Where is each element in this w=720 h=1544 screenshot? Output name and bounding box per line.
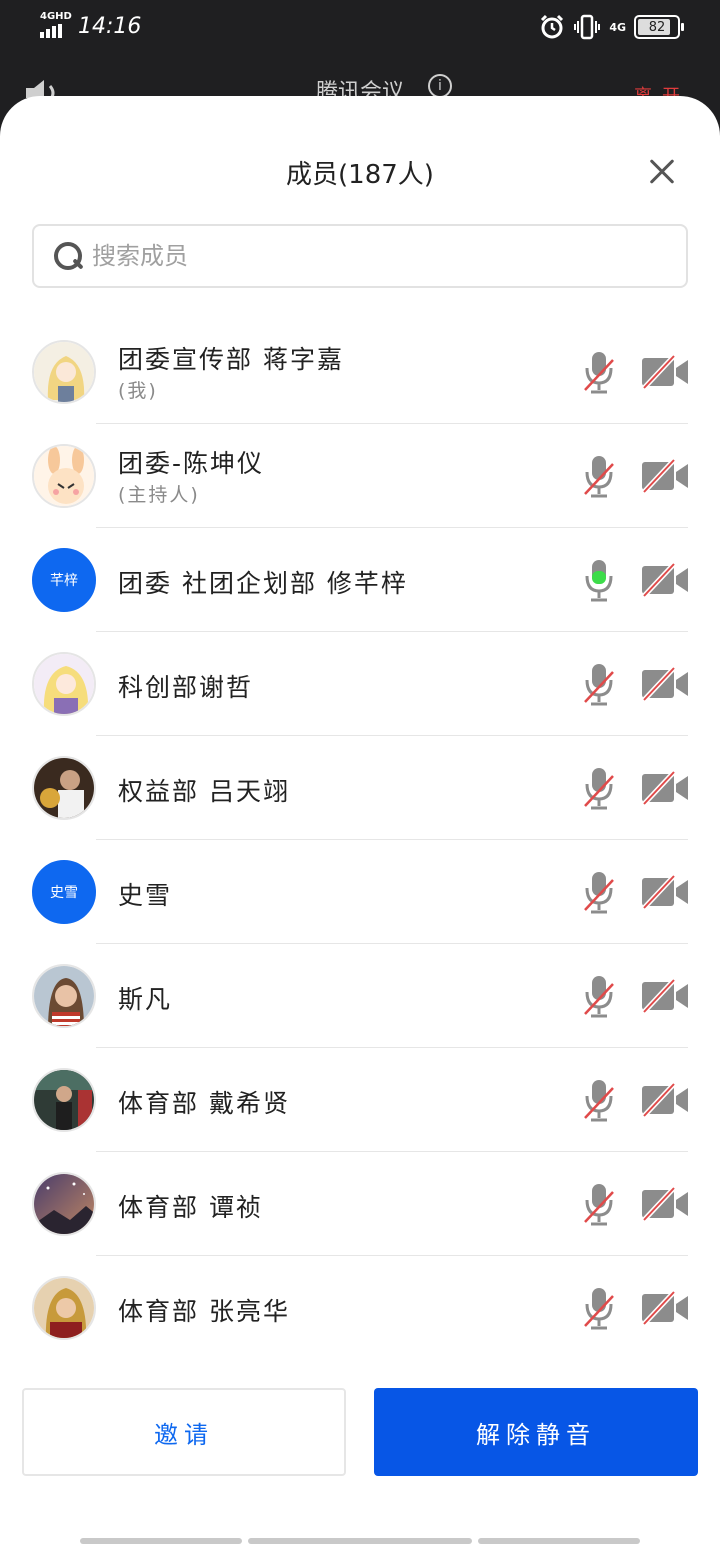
- sheet-title: 成员(187人): [286, 160, 434, 190]
- close-icon[interactable]: [644, 154, 680, 190]
- mic-muted-icon[interactable]: [582, 974, 616, 1020]
- member-name: 体育部 张亮华: [118, 1297, 290, 1326]
- member-row[interactable]: 权益部 吕天翊: [0, 736, 720, 840]
- signal-icon: [40, 24, 62, 38]
- status-bar: 4GHD 14:16 4G 82: [0, 0, 720, 56]
- camera-off-icon[interactable]: [640, 458, 690, 494]
- mic-muted-icon[interactable]: [582, 454, 616, 500]
- avatar: 史雪: [32, 860, 96, 924]
- nav-indicator: [478, 1538, 640, 1544]
- camera-off-icon[interactable]: [640, 666, 690, 702]
- member-name: 史雪: [118, 881, 173, 910]
- member-name: 团委 社团企划部 修芊梓: [118, 569, 408, 598]
- member-row[interactable]: 体育部 谭祯: [0, 1152, 720, 1256]
- alarm-icon: [541, 14, 564, 39]
- mic-muted-icon[interactable]: [582, 1078, 616, 1124]
- member-row[interactable]: 团委-陈坤仪 (主持人): [0, 424, 720, 528]
- member-row[interactable]: 史雪 史雪: [0, 840, 720, 944]
- avatar: 芊梓: [32, 548, 96, 612]
- avatar: [32, 444, 96, 508]
- search-input[interactable]: [92, 242, 652, 270]
- member-row[interactable]: 团委宣传部 蒋字嘉 (我): [0, 320, 720, 424]
- camera-off-icon[interactable]: [640, 1082, 690, 1118]
- camera-off-icon[interactable]: [640, 770, 690, 806]
- mic-muted-icon[interactable]: [582, 1286, 616, 1332]
- member-name: 科创部谢哲: [118, 673, 254, 702]
- mic-muted-icon[interactable]: [582, 350, 616, 396]
- avatar: [32, 756, 96, 820]
- members-sheet: 成员(187人) 团委宣传部 蒋字嘉 (我): [0, 96, 720, 1544]
- search-bar[interactable]: [32, 224, 688, 288]
- member-name: 团委-陈坤仪: [118, 449, 265, 478]
- mic-muted-icon[interactable]: [582, 662, 616, 708]
- member-name: 体育部 戴希贤: [118, 1089, 290, 1118]
- avatar: [32, 964, 96, 1028]
- member-row[interactable]: 体育部 戴希贤: [0, 1048, 720, 1152]
- camera-off-icon[interactable]: [640, 1290, 690, 1326]
- avatar: [32, 340, 96, 404]
- member-row[interactable]: 芊梓 团委 社团企划部 修芊梓: [0, 528, 720, 632]
- member-row[interactable]: 体育部 张亮华: [0, 1256, 720, 1360]
- battery-icon: 82: [634, 15, 684, 39]
- vibrate-icon: [574, 14, 601, 40]
- member-role: (主持人): [118, 484, 200, 506]
- avatar: [32, 1172, 96, 1236]
- mic-muted-icon[interactable]: [582, 870, 616, 916]
- camera-off-icon[interactable]: [640, 978, 690, 1014]
- member-row[interactable]: 科创部谢哲: [0, 632, 720, 736]
- camera-off-icon[interactable]: [640, 354, 690, 390]
- nav-indicator: [248, 1538, 472, 1544]
- avatar: [32, 1068, 96, 1132]
- member-role: (我): [118, 380, 158, 402]
- battery-level: 82: [648, 19, 666, 35]
- avatar: [32, 1276, 96, 1340]
- invite-button[interactable]: 邀请: [22, 1388, 346, 1476]
- nav-indicator: [80, 1538, 242, 1544]
- mic-muted-icon[interactable]: [582, 766, 616, 812]
- avatar: [32, 652, 96, 716]
- search-icon: [52, 240, 84, 272]
- member-name: 团委宣传部 蒋字嘉: [118, 345, 344, 374]
- member-name: 体育部 谭祯: [118, 1193, 263, 1222]
- member-name: 斯凡: [118, 985, 173, 1014]
- network-type: 4GHD: [40, 11, 72, 22]
- meeting-app-bar: 腾讯会议 i 离开: [0, 56, 720, 107]
- info-icon[interactable]: i: [428, 74, 452, 98]
- member-row[interactable]: 斯凡: [0, 944, 720, 1048]
- member-list: 团委宣传部 蒋字嘉 (我) 团委-陈坤仪 (主持人) 芊梓 团委 社团企划部 修…: [0, 320, 720, 1360]
- mic-muted-icon[interactable]: [582, 1182, 616, 1228]
- member-name: 权益部 吕天翊: [118, 777, 290, 806]
- mic-active-icon[interactable]: [582, 558, 616, 604]
- unmute-button[interactable]: 解除静音: [374, 1388, 698, 1476]
- status-right: 4G 82: [539, 14, 684, 40]
- clock: 14:16: [78, 14, 142, 39]
- camera-off-icon[interactable]: [640, 562, 690, 598]
- network-4g: 4G: [609, 20, 626, 34]
- camera-off-icon[interactable]: [640, 1186, 690, 1222]
- camera-off-icon[interactable]: [640, 874, 690, 910]
